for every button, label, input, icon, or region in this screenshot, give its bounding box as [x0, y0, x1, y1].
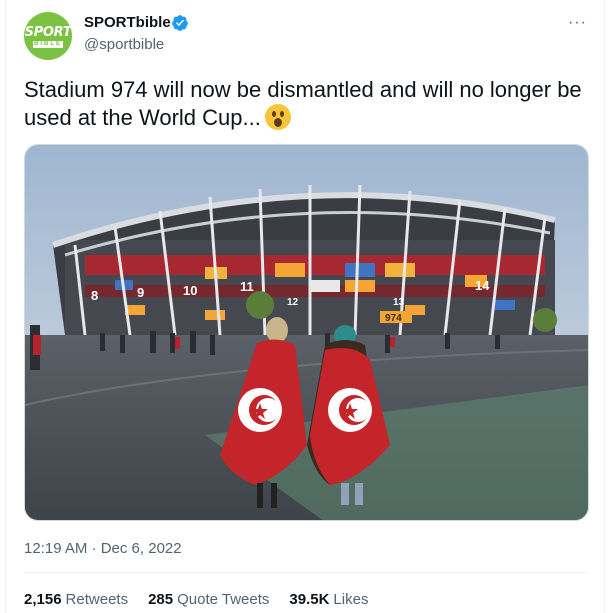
divider [24, 572, 589, 573]
gate-number: 12 [287, 297, 299, 308]
tweet-body: Stadium 974 will now be dismantled and w… [24, 77, 582, 130]
gate-number: 8 [91, 288, 98, 303]
stadium-sign: 974 [385, 313, 402, 324]
hushed-face-emoji-icon [264, 104, 291, 130]
stadium-photo: 8 9 10 11 12 13 14 974 [25, 145, 588, 520]
quote-tweets-stat[interactable]: 285 Quote Tweets [148, 591, 269, 608]
gate-number: 10 [183, 283, 197, 298]
author-display-name[interactable]: SPORTbible [84, 14, 171, 31]
gate-number: 9 [137, 285, 144, 300]
retweets-stat[interactable]: 2,156 Retweets [24, 591, 128, 608]
likes-count: 39.5K [289, 591, 330, 608]
gate-number: 14 [475, 278, 490, 293]
avatar-logo-text: SPORT [24, 25, 72, 40]
tweet-card: SPORT BIBLE SPORTbible @sportbible ··· S… [5, 0, 605, 613]
quote-tweets-count: 285 [148, 591, 174, 608]
retweets-label: Retweets [65, 591, 129, 608]
gate-number: 13 [393, 297, 405, 308]
quote-tweets-label: Quote Tweets [177, 591, 270, 608]
engagement-stats: 2,156 Retweets 285 Quote Tweets 39.5K Likes [24, 591, 368, 608]
tweet-photo[interactable]: 8 9 10 11 12 13 14 974 [24, 144, 589, 521]
gate-number: 11 [240, 279, 254, 294]
avatar[interactable]: SPORT BIBLE [24, 12, 72, 60]
verified-badge-icon [172, 15, 188, 31]
tweet-text: Stadium 974 will now be dismantled and w… [24, 76, 584, 132]
more-options-icon[interactable]: ··· [568, 14, 587, 32]
tweet-timestamp[interactable]: 12:19 AM · Dec 6, 2022 [24, 540, 182, 557]
retweets-count: 2,156 [24, 591, 62, 608]
likes-label: Likes [333, 591, 369, 608]
likes-stat[interactable]: 39.5K Likes [289, 591, 368, 608]
avatar-logo-subtext: BIBLE [33, 41, 63, 48]
author-handle[interactable]: @sportbible [84, 36, 164, 53]
